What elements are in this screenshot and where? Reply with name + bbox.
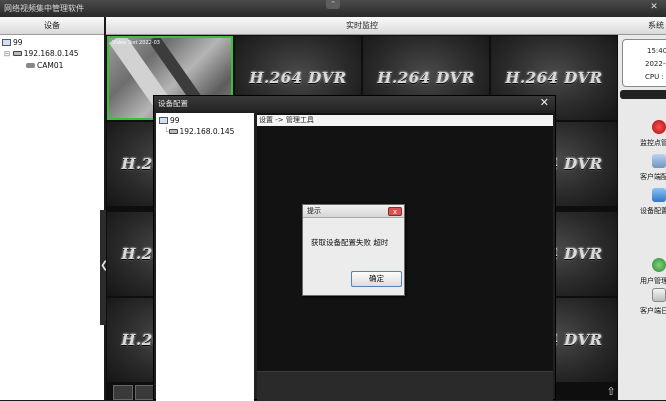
breadcrumb: 设置 -> 管理工具: [257, 115, 553, 126]
device-tree: 99 ⊟ 192.168.0.145 CAM01: [0, 35, 104, 400]
system-panel: 15:40: 2022-03 CPU : 2 监控点管 客户端配 设备配置 用户…: [618, 35, 666, 400]
clock-date: 2022-03: [645, 60, 666, 68]
clock-time: 15:40:: [647, 47, 666, 55]
log-icon[interactable]: [652, 288, 666, 302]
window-title-bar: 网络视频集中管理软件 ⌃ ✕: [0, 0, 666, 17]
monitor-point-manage[interactable]: 监控点管: [640, 138, 666, 148]
cpu-usage: CPU : 2: [645, 73, 666, 81]
dvr-placeholder-label: H.264 DVR: [505, 69, 603, 87]
status-bar: [620, 90, 666, 99]
dialog-tree-host-label: 192.168.0.145: [179, 127, 235, 136]
dialog-tree-root[interactable]: 99: [159, 115, 180, 126]
tree-root-label: 99: [13, 38, 23, 47]
alert-message: 获取设备配置失败 超时: [311, 238, 389, 247]
alert-dialog: 提示 x 获取设备配置失败 超时 确定: [302, 204, 405, 296]
tree-host-label: 192.168.0.145: [23, 49, 79, 58]
tree-root-item[interactable]: 99: [2, 37, 23, 48]
clock-widget: 15:40: 2022-03 CPU : 2: [622, 39, 666, 87]
window-close-button[interactable]: ✕: [648, 2, 660, 13]
scroll-up-button[interactable]: ⇧: [604, 385, 618, 400]
network-group-icon: [159, 117, 168, 124]
ok-button[interactable]: 确定: [351, 271, 402, 287]
client-config[interactable]: 客户端配: [640, 172, 666, 182]
dialog-title: 设备配置: [154, 96, 555, 111]
user-manage[interactable]: 用户管理: [640, 276, 666, 286]
tree-camera-label: CAM01: [37, 61, 64, 70]
dvr-placeholder-label: H.264 DVR: [249, 69, 347, 87]
camera-icon: [26, 63, 35, 68]
dvr-placeholder-label: H.264 DVR: [377, 69, 475, 87]
record-icon[interactable]: [652, 120, 666, 134]
dialog-tree-root-label: 99: [170, 116, 180, 125]
dialog-footer: [257, 371, 553, 401]
devices-header: 设备: [0, 17, 104, 35]
system-header: 系统: [618, 17, 666, 35]
window-title: 网络视频集中管理软件: [4, 4, 84, 13]
user-icon[interactable]: [652, 258, 666, 272]
collapse-grip-button[interactable]: ⌃: [326, 0, 340, 9]
device-icon[interactable]: [652, 188, 666, 202]
dvr-icon: [12, 51, 22, 56]
live-monitor-header: 实时监控: [106, 17, 618, 35]
dialog-tree-host[interactable]: └ 192.168.0.145: [164, 126, 234, 137]
tree-camera-item[interactable]: CAM01: [26, 60, 63, 71]
dialog-device-tree: 99 └ 192.168.0.145: [156, 113, 254, 401]
dvr-icon: [168, 129, 178, 134]
layout-1-button[interactable]: [113, 385, 133, 400]
channel-timestamp: Video Test 2022-03: [112, 40, 160, 46]
device-config[interactable]: 设备配置: [640, 206, 666, 216]
tree-host-item[interactable]: ⊟ 192.168.0.145: [4, 48, 79, 59]
network-group-icon: [2, 39, 11, 46]
layout-4-button[interactable]: [135, 385, 155, 400]
client-log[interactable]: 客户端日: [640, 306, 666, 316]
alert-close-button[interactable]: x: [388, 207, 402, 216]
dialog-close-button[interactable]: ✕: [540, 97, 549, 109]
client-icon[interactable]: [652, 154, 666, 168]
